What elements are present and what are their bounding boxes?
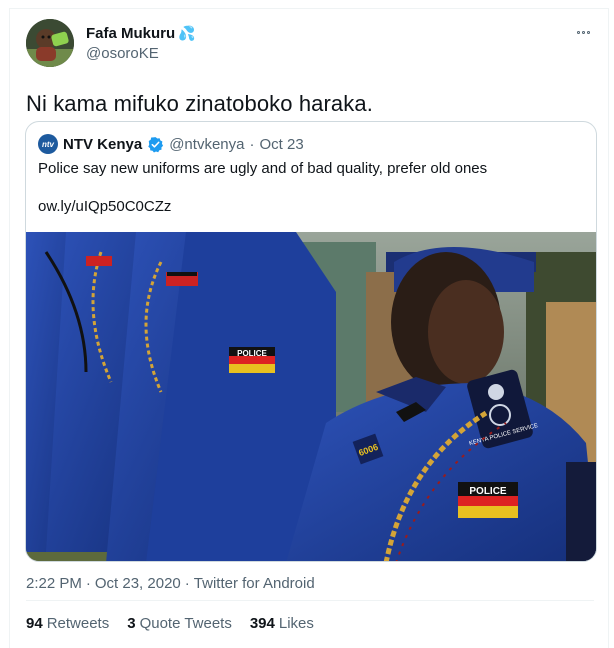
- meta-separator: ·: [85, 575, 91, 592]
- author-display-name[interactable]: Fafa Mukuru: [86, 25, 175, 42]
- more-options-icon[interactable]: [572, 25, 594, 39]
- retweets-stat[interactable]: 94 Retweets: [26, 615, 109, 632]
- likes-stat[interactable]: 394 Likes: [250, 615, 314, 632]
- tweet-metadata: 2:22 PM · Oct 23, 2020 · Twitter for And…: [26, 575, 315, 592]
- likes-label: Likes: [278, 615, 314, 632]
- author-name-row[interactable]: Fafa Mukuru 💦: [86, 25, 196, 42]
- author-handle[interactable]: @osoroKE: [86, 45, 159, 62]
- quoted-tweet-photo[interactable]: POLICE KENYA POLICE SERVICE 6006 POLICE: [26, 232, 596, 561]
- tweet-text: Ni kama mifuko zinatoboko haraka.: [26, 91, 373, 116]
- quote-tweets-label: Quote Tweets: [139, 615, 232, 632]
- quoted-separator: ·: [249, 135, 255, 153]
- tweet-source[interactable]: Twitter for Android: [194, 575, 315, 592]
- divider-top: [26, 600, 594, 601]
- likes-count: 394: [249, 615, 275, 632]
- meta-separator-2: ·: [184, 575, 190, 592]
- tweet-card: Fafa Mukuru 💦 @osoroKE Ni kama mifuko zi…: [9, 8, 609, 648]
- retweets-count: 94: [26, 615, 43, 632]
- profile-photo-icon: [26, 19, 74, 67]
- quoted-date: Oct 23: [259, 135, 304, 153]
- quoted-author-avatar: ntv: [38, 134, 58, 154]
- verified-badge-icon: [148, 136, 164, 153]
- retweets-label: Retweets: [46, 615, 110, 632]
- tweet-stats: 94 Retweets 3 Quote Tweets 394 Likes: [26, 615, 314, 632]
- quoted-tweet[interactable]: ntv NTV Kenya @ntvkenya · Oct 23 Police …: [25, 121, 597, 562]
- tweet-time[interactable]: 2:22 PM: [26, 575, 82, 592]
- quoted-author-name: NTV Kenya: [63, 135, 143, 153]
- police-patch-label: POLICE: [237, 349, 267, 358]
- quoted-tweet-link[interactable]: ow.ly/uIQp50C0CZz: [38, 198, 171, 215]
- quoted-tweet-text: Police say new uniforms are ugly and of …: [38, 160, 488, 177]
- police-uniforms-photo: POLICE KENYA POLICE SERVICE 6006 POLICE: [26, 232, 596, 561]
- quoted-author-handle: @ntvkenya: [169, 135, 245, 153]
- sweat-droplets-icon: 💦: [178, 25, 196, 41]
- police-shoulder-patch: POLICE: [469, 486, 507, 497]
- quoted-tweet-header: ntv NTV Kenya @ntvkenya · Oct 23: [38, 134, 304, 154]
- tweet-date[interactable]: Oct 23, 2020: [95, 575, 181, 592]
- author-avatar[interactable]: [26, 19, 74, 67]
- quote-tweets-count: 3: [127, 615, 136, 632]
- quote-tweets-stat[interactable]: 3 Quote Tweets: [127, 615, 232, 632]
